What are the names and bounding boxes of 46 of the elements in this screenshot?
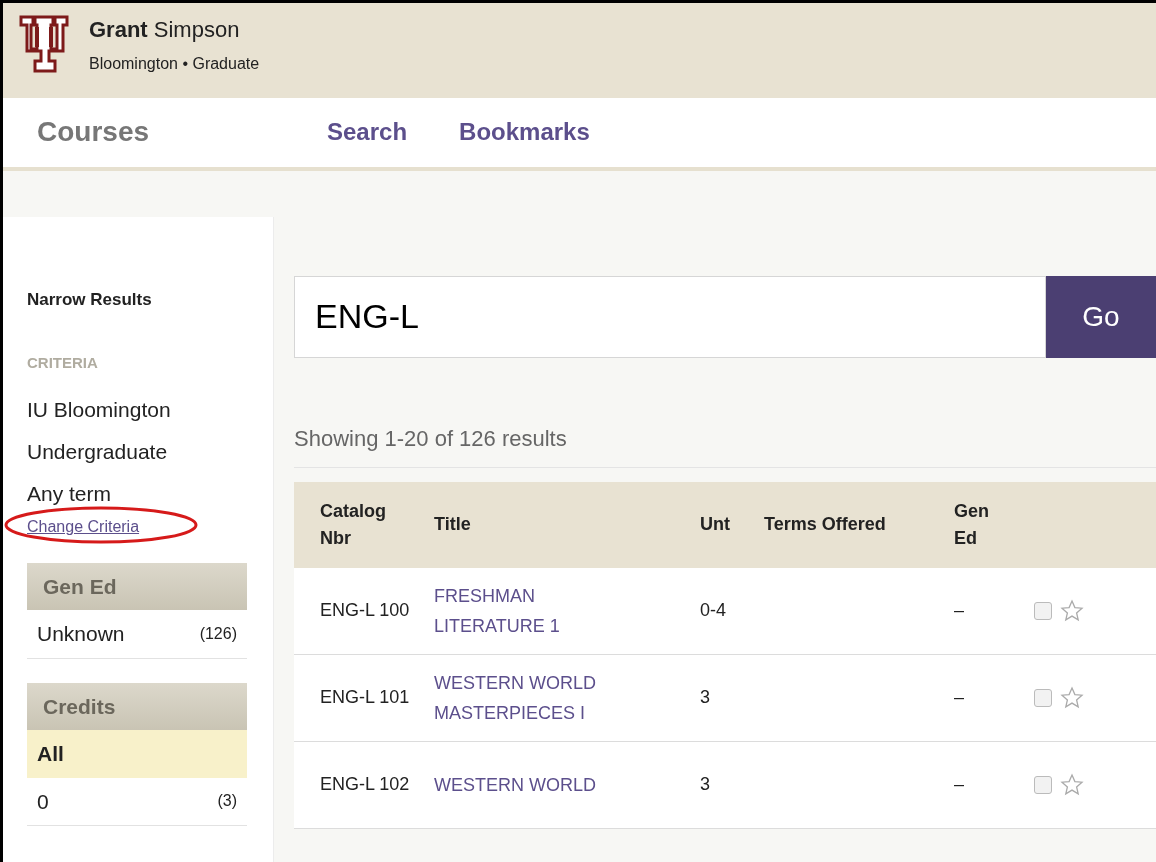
table-cell-text: – [954, 599, 965, 623]
results-summary: Showing 1-20 of 126 results [294, 421, 1156, 468]
course-title-link[interactable]: WESTERN WORLD [434, 769, 700, 800]
facet-label: 0 [37, 788, 49, 815]
facet-item[interactable]: 0 (3) [27, 777, 247, 827]
table-cell-text: ENG-L 102 [319, 773, 411, 797]
facet-item[interactable]: Unknown (126) [27, 610, 247, 659]
facet-count: (3) [217, 791, 237, 812]
column-header: Gen Ed [954, 499, 990, 550]
facet-label: Unknown [37, 621, 125, 648]
nav-link[interactable]: Search [327, 114, 408, 151]
bookmark-star-icon[interactable] [1060, 772, 1084, 797]
facet-label: All [37, 741, 64, 768]
row-checkbox[interactable] [1034, 775, 1052, 794]
page-title: Courses [37, 115, 151, 150]
facet-header: Gen Ed [27, 562, 247, 611]
facet-count: (126) [199, 623, 237, 644]
row-checkbox[interactable] [1034, 601, 1052, 620]
sidebar-title: Narrow Results [27, 288, 153, 311]
bookmark-star-icon[interactable] [1060, 598, 1084, 623]
user-subtitle: Bloomington • Graduate [89, 54, 260, 74]
table-cell-text: ENG-L 100 [319, 599, 411, 623]
criteria-label: CRITERIA [27, 353, 99, 374]
table-cell-text: 3 [700, 773, 711, 797]
criteria-item: Any term [27, 480, 113, 507]
column-header: Catalog Nbr [319, 499, 387, 550]
bookmark-star-icon[interactable] [1060, 685, 1084, 710]
table-cell-text: – [954, 773, 965, 797]
facet-header: Credits [27, 682, 247, 731]
course-title-link[interactable]: FRESHMAN LITERATURE 1 [434, 580, 700, 641]
column-header: Unt [700, 513, 731, 537]
facet-item[interactable]: All [27, 730, 247, 778]
criteria-item: IU Bloomington [27, 396, 172, 423]
user-name: Grant Simpson [89, 16, 241, 44]
course-title-link[interactable]: WESTERN WORLD MASTERPIECES I [434, 667, 700, 728]
table-cell-text: ENG-L 101 [319, 686, 411, 710]
column-header: Terms Offered [764, 513, 887, 537]
search-field[interactable]: ENG-L [294, 275, 1046, 358]
go-button[interactable]: Go [1046, 275, 1156, 358]
nav-link[interactable]: Bookmarks [459, 114, 590, 151]
criteria-item: Undergraduate [27, 438, 169, 465]
column-header: Title [434, 513, 472, 537]
table-cell-text: 0-4 [700, 599, 727, 623]
table-cell-text: 3 [700, 686, 711, 710]
table-cell-text: – [954, 686, 965, 710]
row-checkbox[interactable] [1034, 688, 1052, 707]
